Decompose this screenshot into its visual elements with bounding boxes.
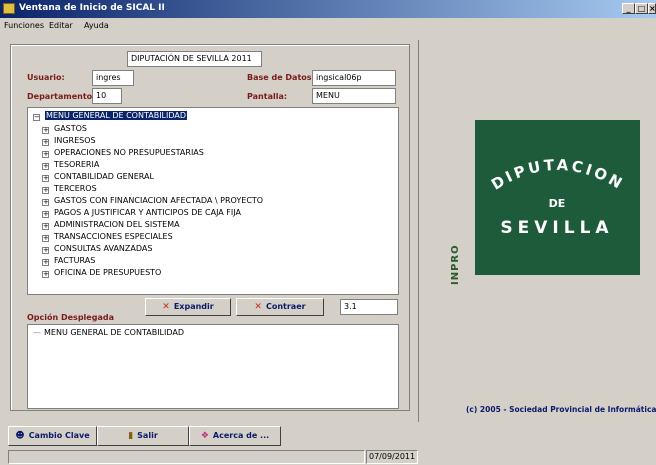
tree-item[interactable]: + TERCEROS (42, 184, 97, 194)
tree-item-label: PAGOS A JUSTIFICAR Y ANTICIPOS DE CAJA F… (54, 208, 241, 217)
expand-icon: ✕ (162, 302, 170, 312)
organization-field: DIPUTACIÓN DE SEVILLA 2011 (127, 51, 262, 67)
salir-button[interactable]: ▮ Salir (97, 426, 189, 446)
tree-root-label: MENU GENERAL DE CONTABILIDAD (45, 111, 188, 120)
expand-icon[interactable]: + (42, 259, 49, 266)
tree-item-label: OPERACIONES NO PRESUPUESTARIAS (54, 148, 204, 157)
tree-item-label: INGRESOS (54, 136, 96, 145)
tree-item[interactable]: + ADMINISTRACION DEL SISTEMA (42, 220, 180, 230)
tree-item[interactable]: + OPERACIONES NO PRESUPUESTARIAS (42, 148, 204, 158)
collapse-icon[interactable]: − (33, 114, 40, 121)
expand-icon[interactable]: + (42, 187, 49, 194)
status-date: 07/09/2011 (366, 450, 418, 464)
expandir-button[interactable]: ✕ Expandir (145, 298, 231, 316)
tree-item-label: GASTOS CON FINANCIACION AFECTADA \ PROYE… (54, 196, 264, 205)
exit-door-icon: ▮ (128, 431, 134, 441)
expand-icon[interactable]: + (42, 151, 49, 158)
tree-item-label: TESORERIA (54, 160, 100, 169)
tree-item[interactable]: + FACTURAS (42, 256, 95, 266)
expand-icon[interactable]: + (42, 199, 49, 206)
opcion-desplegada-label: Opción Desplegada (27, 313, 114, 322)
minimize-button[interactable]: _ (622, 3, 635, 14)
collapse-icon: ✕ (254, 302, 262, 312)
expand-icon[interactable]: + (42, 211, 49, 218)
tree-item[interactable]: + CONTABILIDAD GENERAL (42, 172, 154, 182)
tree-item[interactable]: + OFICINA DE PRESUPUESTO (42, 268, 161, 278)
menu-bar: Funciones Editar Ayuda (0, 18, 656, 34)
opcion-tree-item[interactable]: — MENU GENERAL DE CONTABILIDAD (33, 328, 184, 337)
close-button[interactable]: × (648, 3, 656, 14)
tree-item[interactable]: + INGRESOS (42, 136, 96, 146)
cambio-clave-label: Cambio Clave (28, 431, 90, 440)
menu-tree[interactable]: − MENU GENERAL DE CONTABILIDAD + GASTOS + I… (27, 107, 399, 295)
menu-editar[interactable]: Editar (49, 21, 73, 30)
user-icon: ☻ (15, 431, 25, 441)
diputacion-logo: DIPUTACION DE SEVILLA (475, 120, 640, 275)
salir-label: Salir (137, 431, 158, 440)
tree-item-label: CONSULTAS AVANZADAS (54, 244, 153, 253)
tree-item[interactable]: + GASTOS (42, 124, 87, 134)
expand-icon[interactable]: + (42, 247, 49, 254)
tree-item[interactable]: + TRANSACCIONES ESPECIALES (42, 232, 173, 242)
logo-line2: DE (549, 197, 566, 210)
window-title: Ventana de Inicio de SICAL II (19, 3, 165, 13)
acerca-button[interactable]: ❖ Acerca de ... (189, 426, 281, 446)
usuario-label: Usuario: (27, 73, 65, 82)
status-panel (8, 450, 365, 464)
base-datos-label: Base de Datos: (247, 73, 315, 82)
tree-item-label: TRANSACCIONES ESPECIALES (54, 232, 173, 241)
tree-item-label: CONTABILIDAD GENERAL (54, 172, 154, 181)
expand-icon[interactable]: + (42, 163, 49, 170)
tree-root[interactable]: − MENU GENERAL DE CONTABILIDAD (33, 111, 188, 121)
menu-funciones[interactable]: Funciones (4, 21, 44, 30)
tree-item-label: ADMINISTRACION DEL SISTEMA (54, 220, 180, 229)
logo-line3: SEVILLA (500, 218, 613, 238)
departamento-label: Departamento: (27, 92, 96, 101)
acerca-label: Acerca de ... (212, 431, 270, 440)
about-icon: ❖ (200, 431, 209, 441)
maximize-button[interactable]: □ (635, 3, 648, 14)
title-bar: Ventana de Inicio de SICAL II _ □ × (0, 0, 656, 18)
option-code-field[interactable]: 3.1 (340, 299, 398, 315)
copyright-text: (c) 2005 - Sociedad Provincial de Inform… (466, 405, 656, 414)
contraer-button[interactable]: ✕ Contraer (236, 298, 324, 316)
expand-icon[interactable]: + (42, 139, 49, 146)
menu-ayuda[interactable]: Ayuda (84, 21, 109, 30)
contraer-label: Contraer (265, 302, 306, 311)
usuario-field[interactable]: ingres (92, 70, 134, 86)
expand-icon[interactable]: + (42, 223, 49, 230)
expandir-label: Expandir (173, 302, 214, 311)
departamento-field[interactable]: 10 (92, 88, 122, 104)
inpro-logo: INPRO (450, 244, 461, 285)
expand-icon[interactable]: + (42, 235, 49, 242)
tree-item[interactable]: + CONSULTAS AVANZADAS (42, 244, 152, 254)
tree-item[interactable]: + TESORERIA (42, 160, 99, 170)
pantalla-label: Pantalla: (247, 92, 288, 101)
expand-icon[interactable]: + (42, 127, 49, 134)
opcion-tree[interactable]: — MENU GENERAL DE CONTABILIDAD (27, 324, 399, 409)
base-datos-field[interactable]: ingsical06p (312, 70, 396, 86)
tree-item-label: GASTOS (54, 124, 88, 133)
app-icon (3, 3, 15, 14)
expand-icon[interactable]: + (42, 175, 49, 182)
tree-item-label: FACTURAS (54, 256, 96, 265)
tree-item[interactable]: + GASTOS CON FINANCIACION AFECTADA \ PROY… (42, 196, 263, 206)
pantalla-field[interactable]: MENU (312, 88, 396, 104)
cambio-clave-button[interactable]: ☻ Cambio Clave (8, 426, 97, 446)
opcion-tree-label: MENU GENERAL DE CONTABILIDAD (44, 328, 185, 337)
expand-icon[interactable]: + (42, 271, 49, 278)
tree-item[interactable]: + PAGOS A JUSTIFICAR Y ANTICIPOS DE CAJA … (42, 208, 241, 218)
tree-item-label: OFICINA DE PRESUPUESTO (54, 268, 162, 277)
tree-item-label: TERCEROS (54, 184, 97, 193)
